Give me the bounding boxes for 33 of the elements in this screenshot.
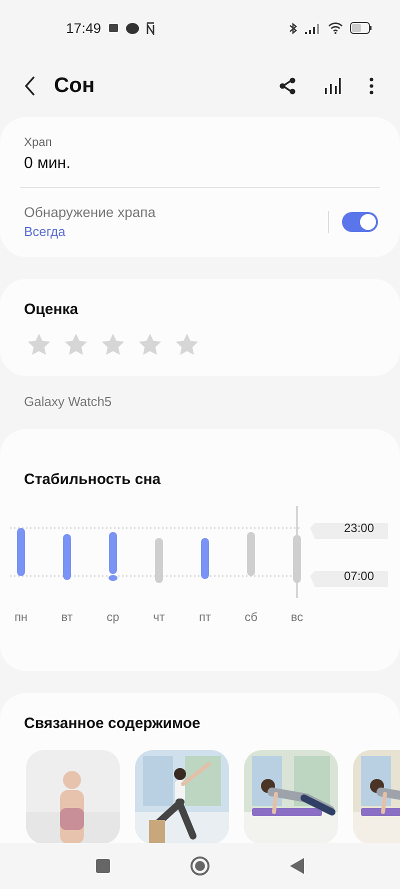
home-icon[interactable]: [190, 856, 210, 876]
time-label: 23:00: [344, 521, 374, 535]
star-rating[interactable]: [26, 332, 200, 358]
bluetooth-icon: [288, 22, 298, 34]
share-icon[interactable]: [279, 77, 296, 95]
app-icon: [126, 22, 140, 34]
day-label: пн: [13, 610, 29, 624]
day-label: вс: [290, 610, 304, 624]
bar-chart-icon[interactable]: [324, 77, 341, 95]
related-title: Связанное содержимое: [24, 715, 202, 732]
status-time: 17:49: [66, 20, 102, 36]
device-name: Galaxy Watch5: [24, 394, 112, 409]
notification-icon: [146, 22, 156, 34]
day-label: ср: [106, 610, 120, 624]
snoring-value: 0 мин.: [24, 155, 72, 173]
back-icon[interactable]: [24, 76, 36, 96]
day-label: вт: [60, 610, 74, 624]
day-label: чт: [152, 610, 166, 624]
snore-detection-label: Обнаружение храпа: [24, 204, 157, 220]
day-label: сб: [244, 610, 258, 624]
snoring-label: Храп: [24, 135, 53, 149]
page-title: Сон: [54, 74, 95, 98]
notification-icon: [108, 23, 120, 33]
stability-title: Стабильность сна: [24, 471, 162, 488]
snore-detection-toggle[interactable]: [342, 212, 378, 232]
snore-detection-value[interactable]: Всегда: [24, 224, 328, 239]
signal-icon: [305, 22, 321, 34]
wifi-icon: [328, 22, 343, 34]
battery-icon: [350, 22, 372, 34]
more-icon[interactable]: [369, 77, 374, 95]
time-label: 07:00: [344, 569, 374, 583]
day-label: пт: [198, 610, 212, 624]
rating-title: Оценка: [24, 301, 80, 318]
